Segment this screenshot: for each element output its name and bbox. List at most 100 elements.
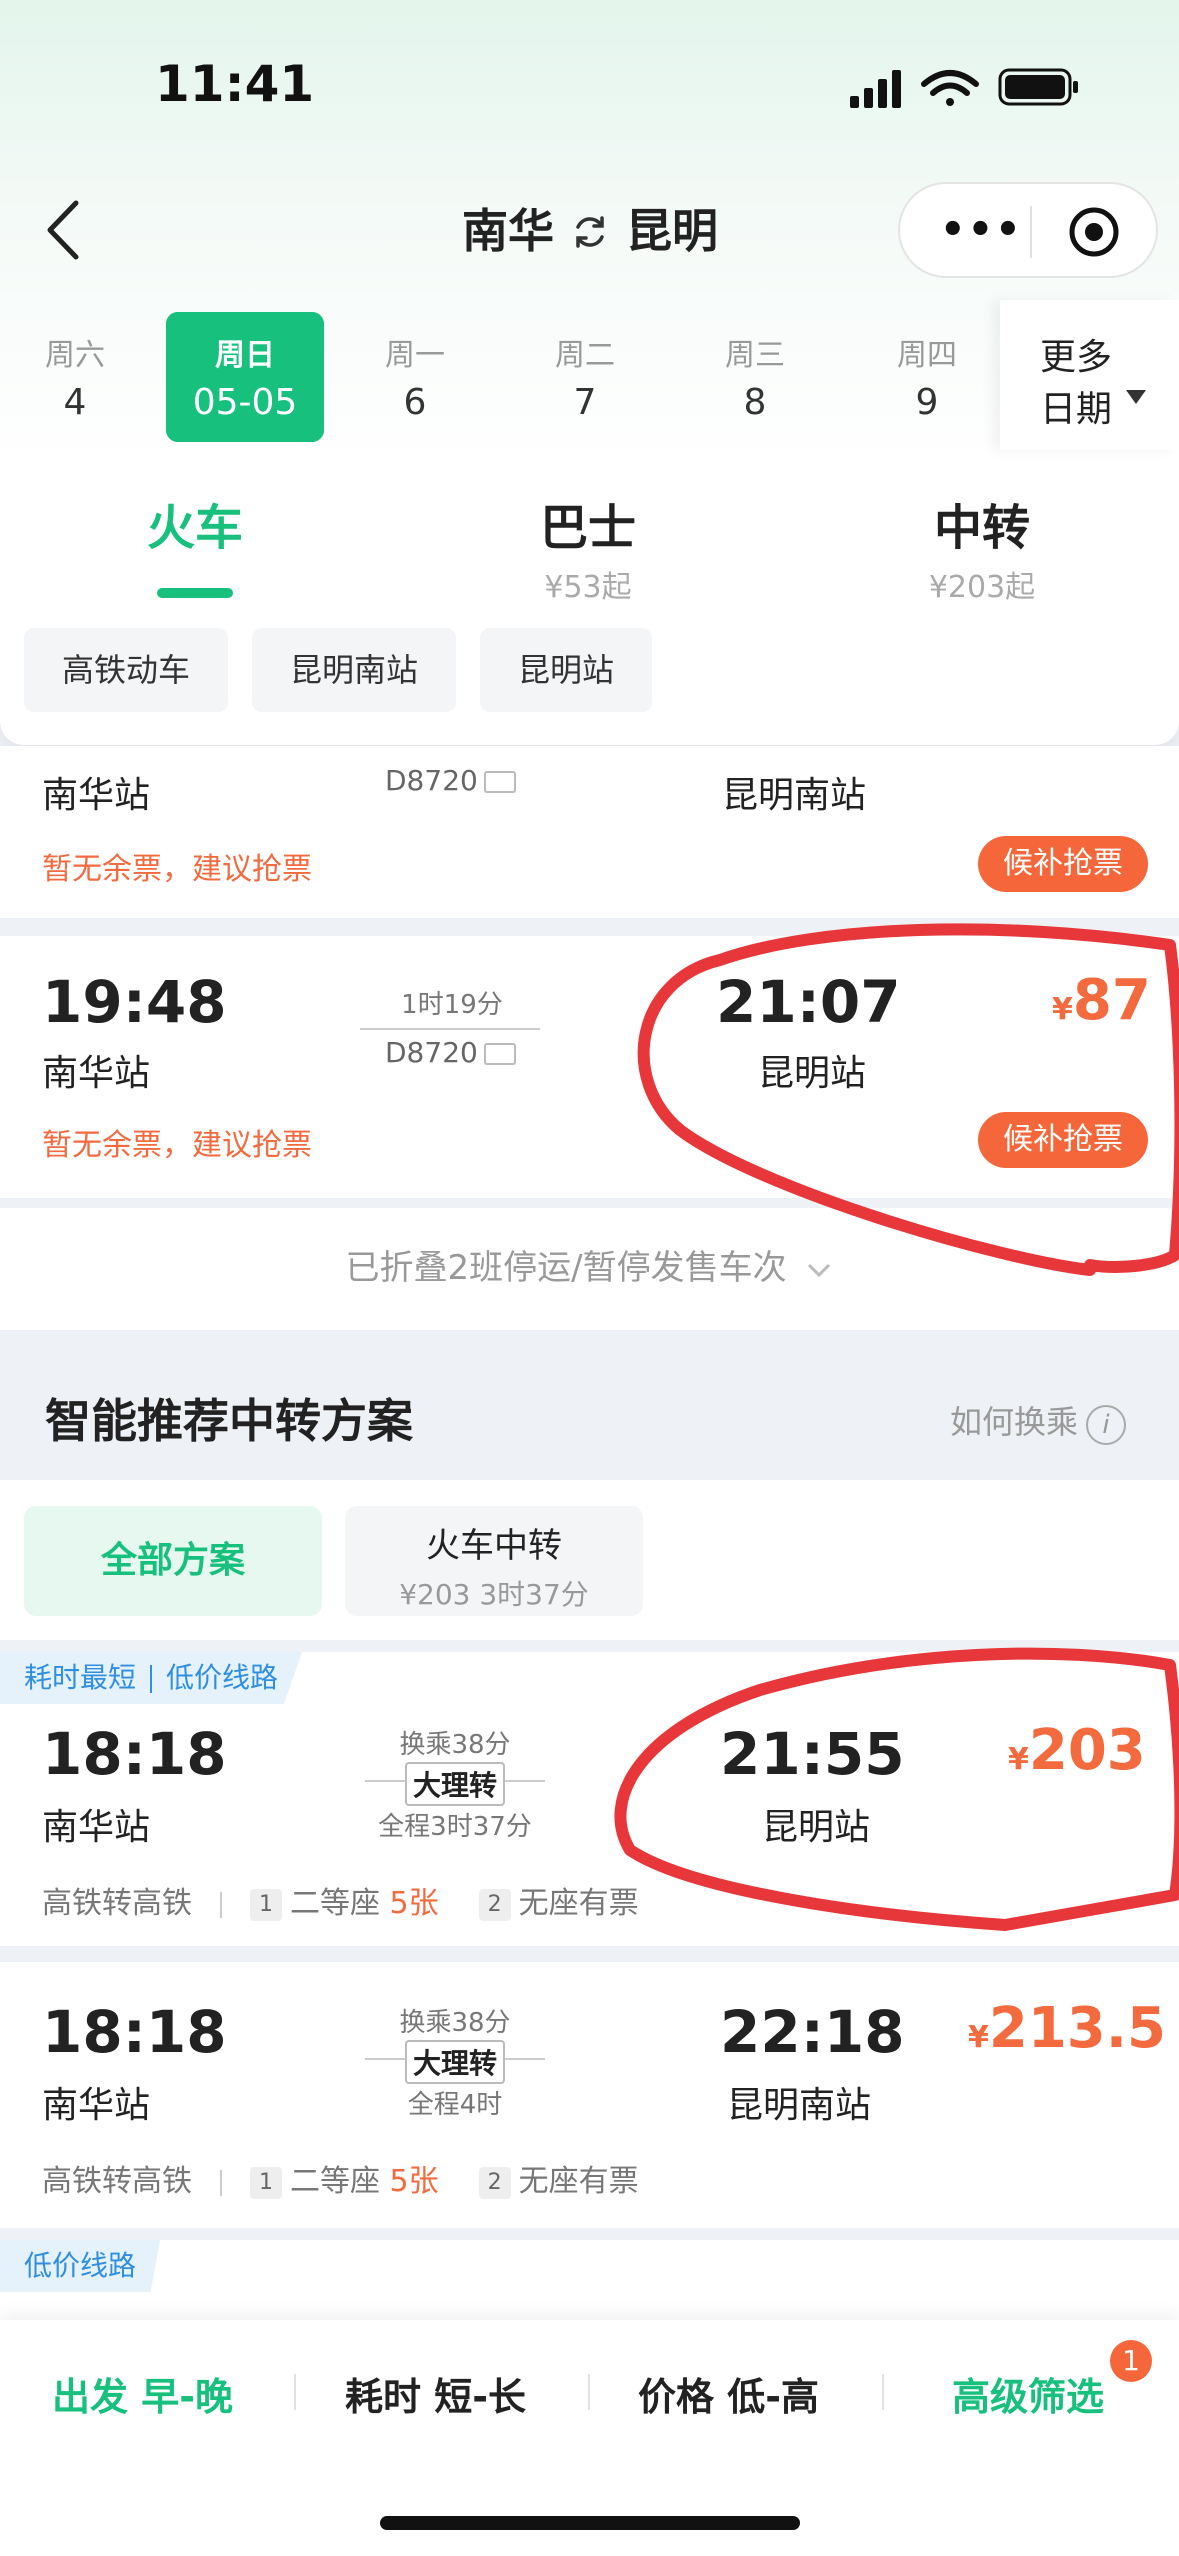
date-weekday: 周日	[215, 338, 275, 373]
date-weekday: 周六	[45, 338, 105, 373]
total-duration: 全程4时	[407, 2090, 503, 2120]
date-number: 4	[63, 382, 87, 423]
arrival-station: 昆明南站	[722, 775, 867, 816]
date-number: 8	[743, 382, 767, 423]
date-weekday: 周三	[725, 338, 785, 373]
departure-time: 18:18	[42, 1720, 227, 1788]
transfer-station: 大理转	[355, 2040, 555, 2084]
route-line	[360, 1028, 540, 1030]
date-item-sat[interactable]: 周六 4	[0, 330, 150, 423]
departure-station: 南华站	[42, 2085, 151, 2126]
ticket-price: ¥213.5	[968, 1996, 1167, 2061]
filter-chip-kunming-south[interactable]: 昆明南站	[252, 628, 457, 712]
date-item-tue[interactable]: 周二 7	[510, 330, 660, 423]
swap-icon[interactable]	[570, 204, 610, 258]
destination-city: 昆明	[626, 204, 719, 258]
divider	[882, 2374, 884, 2410]
train-card[interactable]: 19:48 南华站 1时19分 D8720 21:07 昆明站 ¥87 暂无余票…	[0, 936, 1179, 1198]
origin-city: 南华	[461, 204, 554, 258]
train-number: D8720	[385, 1036, 516, 1069]
wifi-icon	[921, 70, 979, 106]
chevron-down-icon	[808, 1263, 831, 1277]
folded-trains-text[interactable]: 已折叠2班停运/暂停发售车次	[0, 1240, 1179, 1289]
date-number: 7	[573, 382, 597, 423]
date-item-sun[interactable]: 周日 05-05	[166, 312, 324, 442]
status-time: 11:41	[155, 55, 315, 113]
transfer-wait: 换乘38分	[399, 2008, 511, 2038]
arrival-time: 21:55	[720, 1720, 905, 1788]
date-item-mon[interactable]: 周一 6	[340, 330, 490, 423]
divider	[294, 2374, 296, 2410]
id-card-icon	[483, 771, 516, 793]
more-dates-label-2: 日期	[1040, 389, 1113, 430]
departure-time: 18:18	[42, 1998, 227, 2066]
sort-depart-time[interactable]: 出发 早-晚	[52, 2366, 233, 2421]
arrival-station: 昆明站	[762, 1807, 871, 1848]
status-icons	[850, 68, 1078, 108]
caret-down-icon	[1126, 390, 1146, 404]
transfer-card[interactable]	[0, 2240, 1179, 2330]
departure-time: 19:48	[42, 968, 227, 1036]
tab-label: 火车中转	[426, 1526, 562, 1566]
sort-price[interactable]: 价格 低-高	[638, 2366, 819, 2421]
departure-station: 南华站	[42, 775, 151, 816]
tab-sub-info: ¥203 3时37分	[399, 1578, 589, 1611]
tab-sub-price: ¥53起	[544, 570, 632, 605]
advanced-filter-button[interactable]: 高级筛选	[952, 2366, 1104, 2421]
date-weekday: 周四	[897, 338, 957, 373]
date-number: 6	[403, 382, 427, 423]
date-item-thu[interactable]: 周四 9	[852, 330, 1002, 423]
more-options-icon[interactable]: •••	[940, 210, 1023, 250]
transfer-card[interactable]: 18:18 南华站 换乘38分 大理转 全程4时 22:18 昆明南站 ¥213…	[0, 1962, 1179, 2228]
transfer-station: 大理转	[355, 1762, 555, 1806]
sort-duration[interactable]: 耗时 短-长	[345, 2366, 526, 2421]
tab-train[interactable]: 火车	[45, 488, 345, 558]
recommend-tag: 低价线路	[0, 2240, 161, 2292]
tab-label: 火车	[146, 500, 243, 556]
back-arrow-icon[interactable]	[40, 195, 90, 265]
ticket-price: ¥203	[1008, 1718, 1146, 1783]
info-icon: i	[1086, 1405, 1127, 1445]
total-duration: 全程3时37分	[378, 1812, 532, 1842]
date-item-wed[interactable]: 周三 8	[680, 330, 830, 423]
tab-label: 中转	[933, 500, 1030, 556]
home-indicator	[380, 2516, 800, 2530]
how-to-transfer-link[interactable]: 如何换乘 i	[950, 1397, 1127, 1445]
seat-info: 高铁转高铁 1 二等座 5张 2 无座有票	[42, 2164, 639, 2199]
mini-program-capsule: •••	[898, 182, 1158, 278]
ticket-price: ¥87	[1052, 968, 1151, 1033]
section-title: 智能推荐中转方案	[45, 1394, 413, 1448]
tab-label: 巴士	[539, 500, 636, 556]
train-card[interactable]: 南华站 D8720 昆明南站 暂无余票，建议抢票 候补抢票	[0, 746, 1179, 918]
date-number: 05-05	[192, 382, 298, 423]
battery-icon	[998, 68, 1078, 106]
ticket-status: 暂无余票，建议抢票	[42, 1128, 312, 1163]
departure-station: 南华站	[42, 1053, 151, 1094]
seat-info: 高铁转高铁 1 二等座 5张 2 无座有票	[42, 1886, 639, 1921]
date-weekday: 周一	[385, 338, 445, 373]
signal-icon	[850, 70, 901, 108]
tab-active-indicator	[157, 588, 233, 598]
filter-chip-highspeed[interactable]: 高铁动车	[24, 628, 229, 712]
date-number: 9	[915, 382, 939, 423]
capsule-divider	[1030, 206, 1032, 258]
route-title[interactable]: 南华 昆明	[380, 195, 800, 261]
tab-sub-price: ¥203起	[928, 570, 1036, 605]
tab-bus[interactable]: 巴士 ¥53起	[438, 488, 738, 606]
tab-all-plans[interactable]: 全部方案	[24, 1506, 322, 1616]
id-card-icon	[483, 1043, 516, 1065]
more-dates-button[interactable]: 更多 日期	[1000, 300, 1179, 450]
more-dates-label: 更多	[1040, 337, 1113, 378]
train-number: D8720	[385, 764, 516, 797]
travel-duration: 1时19分	[401, 990, 503, 1020]
arrival-station: 昆明站	[758, 1053, 867, 1094]
waitlist-button[interactable]: 候补抢票	[978, 836, 1148, 892]
waitlist-button[interactable]: 候补抢票	[978, 1112, 1148, 1168]
arrival-station: 昆明南站	[727, 2085, 872, 2126]
close-target-icon[interactable]	[1068, 206, 1120, 258]
filter-count-badge: 1	[1110, 2340, 1152, 2382]
ticket-status: 暂无余票，建议抢票	[42, 852, 312, 887]
tab-transfer[interactable]: 中转 ¥203起	[832, 488, 1132, 606]
filter-chip-kunming[interactable]: 昆明站	[480, 628, 653, 712]
tab-train-transfer[interactable]: 火车中转 ¥203 3时37分	[345, 1506, 643, 1616]
